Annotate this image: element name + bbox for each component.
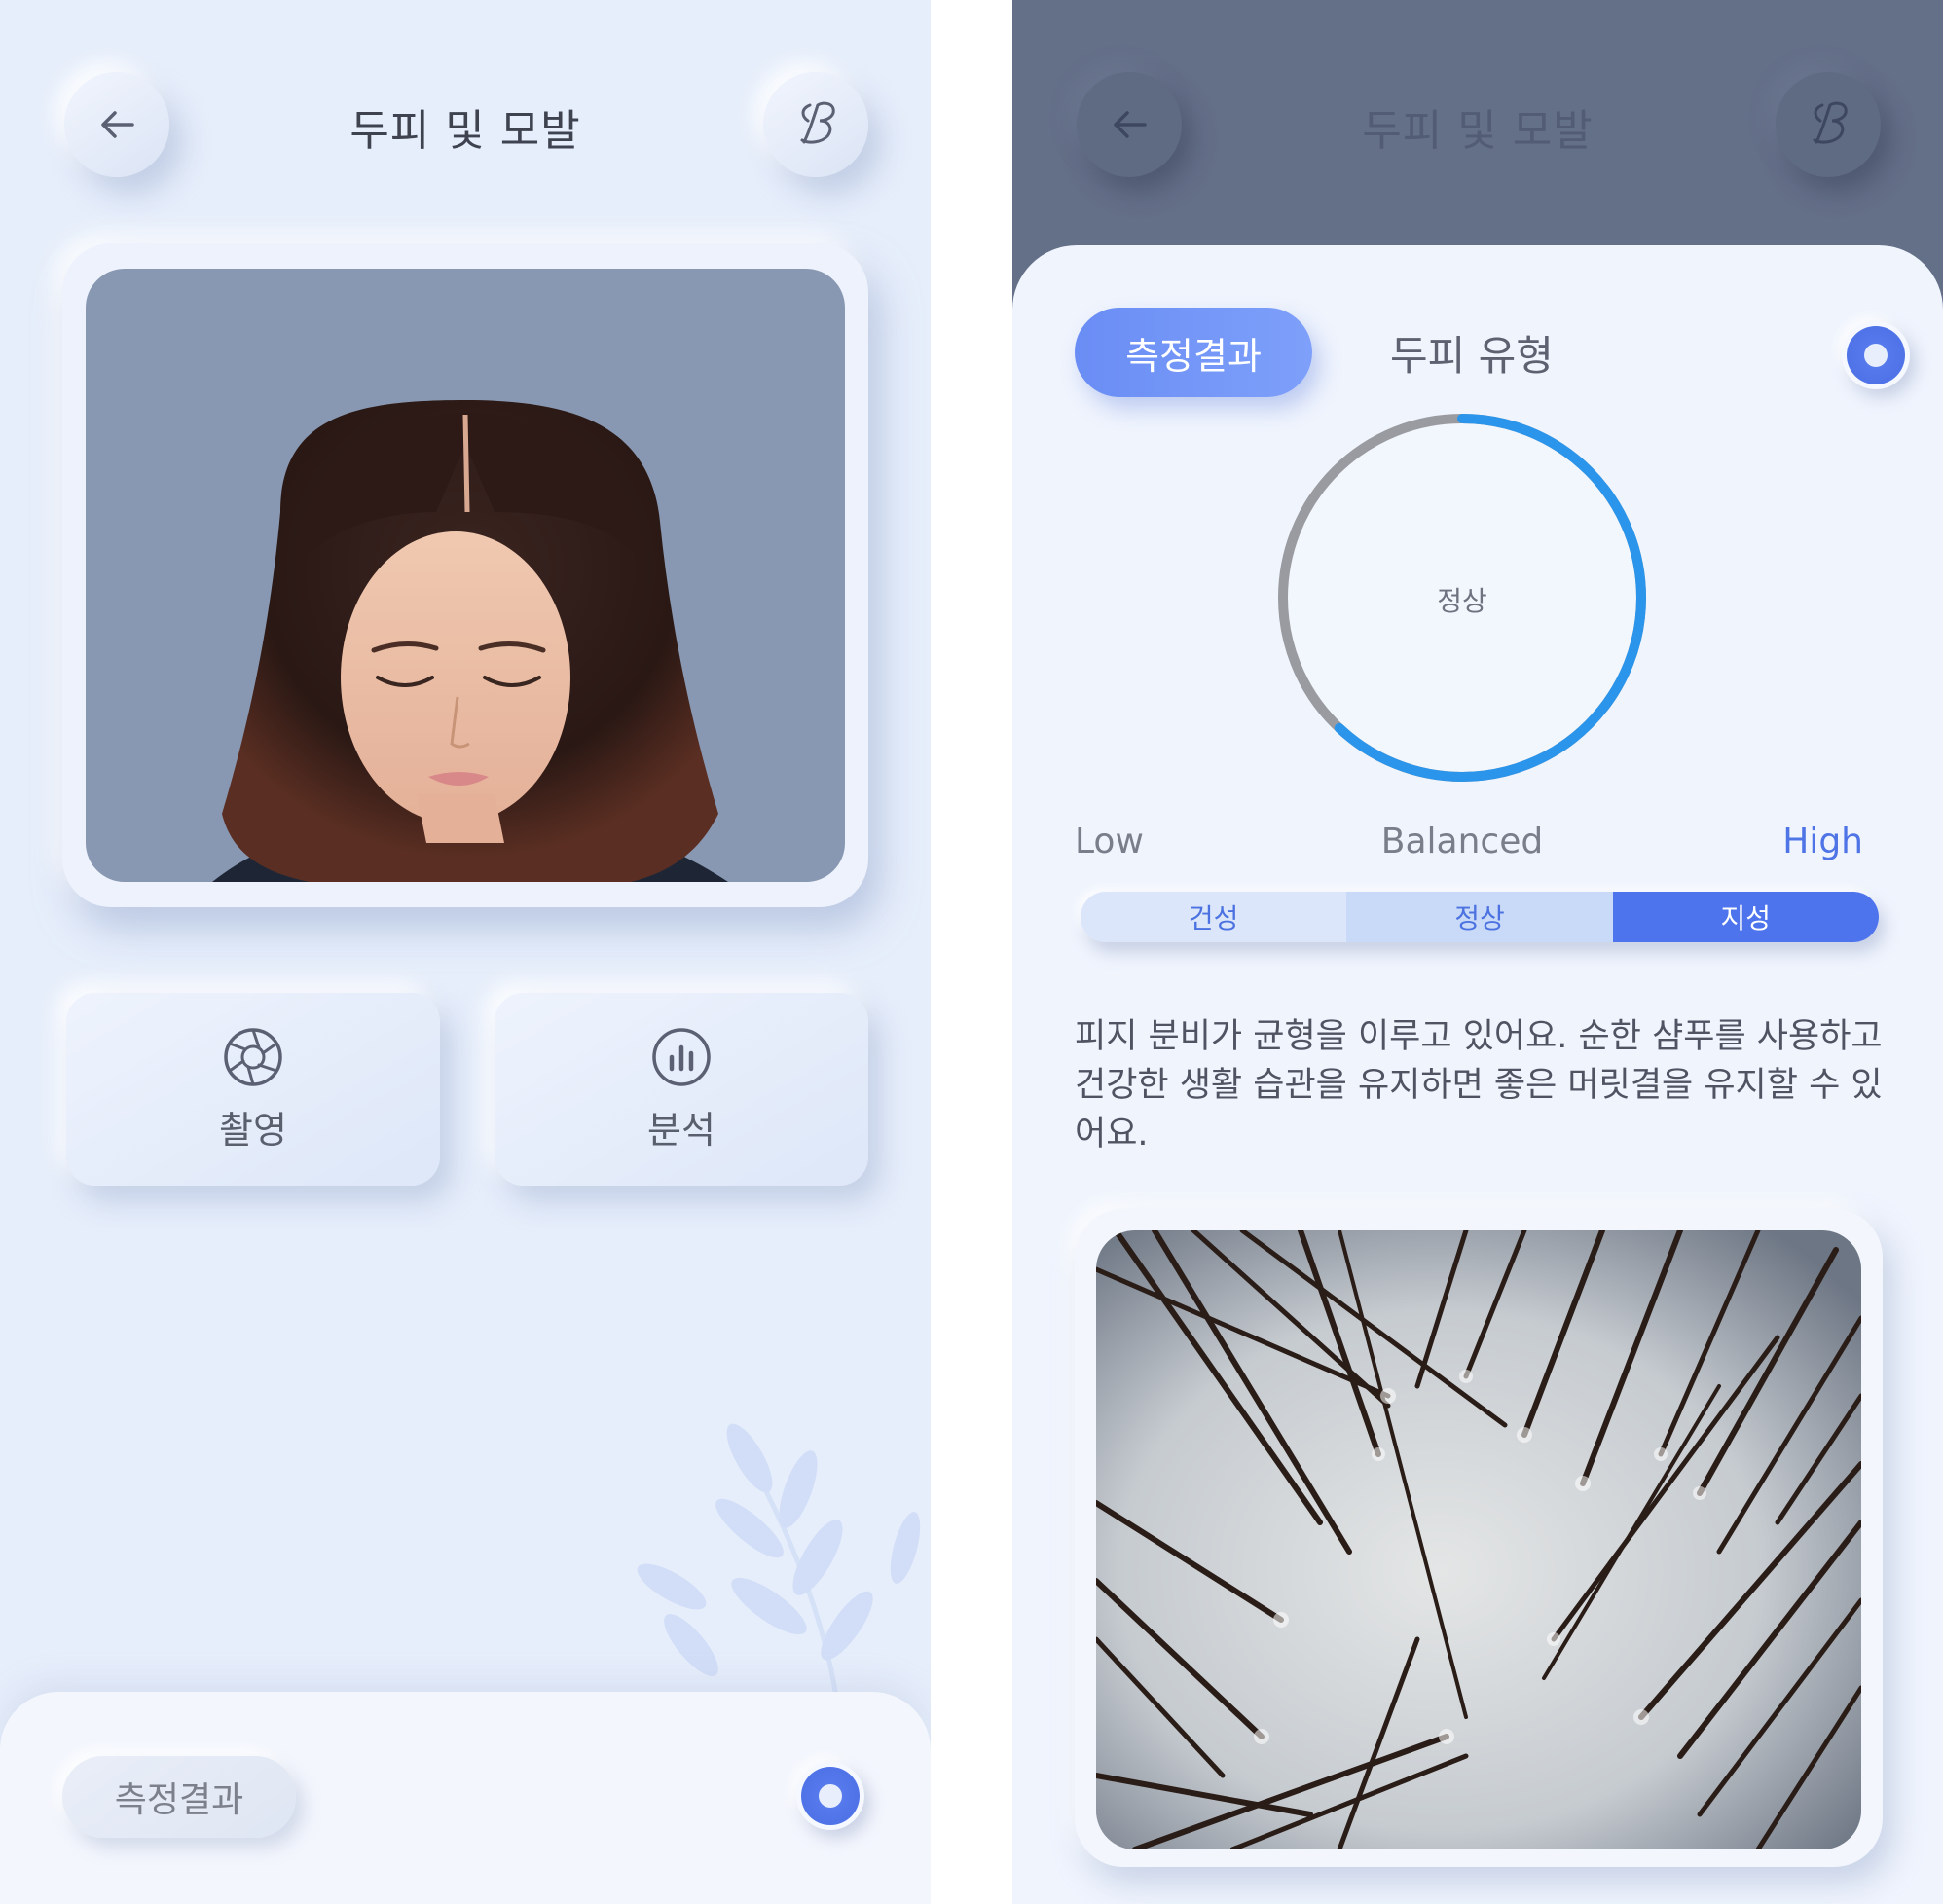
- woman-portrait-image: [212, 400, 728, 882]
- capture-label: 촬영: [219, 1109, 287, 1152]
- segment-normal[interactable]: 정상: [1346, 892, 1613, 942]
- dot-icon: [1847, 326, 1905, 384]
- expand-toggle-button[interactable]: [796, 1762, 864, 1830]
- result-sheet: 측정결과 두피 유형 정상 Low Balanced High 건성 정상 지성…: [1012, 245, 1943, 1904]
- analyze-label: 분석: [647, 1109, 715, 1152]
- arrow-left-icon: [1114, 111, 1147, 138]
- page-title: 두피 및 모발: [349, 106, 581, 156]
- back-button-dimmed[interactable]: [1077, 72, 1182, 177]
- collapse-toggle-button[interactable]: [1842, 321, 1910, 389]
- bottom-sheet: 측정결과: [0, 1692, 931, 1904]
- scalp-microscope-image: [1096, 1230, 1861, 1849]
- scale-high-label: High: [1782, 822, 1863, 861]
- capture-preview-card: [62, 243, 868, 907]
- scalp-closeup-photo: [1096, 1230, 1861, 1849]
- arrow-left-icon: [101, 111, 134, 138]
- dot-icon: [801, 1767, 860, 1825]
- brand-button-dimmed[interactable]: [1776, 72, 1881, 177]
- result-screen: 두피 및 모발 측정결과 두피 유형 정상 Low Balanced High …: [1012, 0, 1943, 1904]
- scale-low-label: Low: [1075, 822, 1144, 861]
- portrait-photo: [86, 269, 845, 882]
- capture-button[interactable]: 촬영: [66, 993, 440, 1186]
- analyze-button[interactable]: 분석: [495, 993, 868, 1186]
- segment-dry[interactable]: 건성: [1081, 892, 1347, 942]
- script-b-logo: [1813, 101, 1848, 144]
- scalp-type-segment-bar: 건성 정상 지성: [1081, 892, 1879, 942]
- script-b-logo: [800, 101, 835, 144]
- back-button[interactable]: [64, 72, 169, 177]
- segment-oily[interactable]: 지성: [1612, 892, 1879, 942]
- scale-balanced-label: Balanced: [1380, 822, 1544, 861]
- leaf-decoration: [637, 1423, 921, 1703]
- tab-measurement-result[interactable]: 측정결과: [1075, 308, 1312, 397]
- page-title-dimmed: 두피 및 모발: [1362, 106, 1594, 156]
- bar-chart-icon: [652, 1028, 711, 1086]
- aperture-icon: [224, 1028, 282, 1086]
- measurement-result-button[interactable]: 측정결과: [62, 1756, 296, 1838]
- gauge-center-label: 정상: [1437, 585, 1487, 617]
- brand-button[interactable]: [763, 72, 868, 177]
- result-description: 피지 분비가 균형을 이루고 있어요. 순한 샴푸를 사용하고 건강한 생활 습…: [1075, 1017, 1883, 1153]
- microscope-image-card: [1075, 1209, 1883, 1867]
- scalp-hair-screen: 두피 및 모발 촬영 분석 측정결과: [0, 0, 931, 1904]
- tab-scalp-type[interactable]: 두피 유형: [1355, 308, 1589, 397]
